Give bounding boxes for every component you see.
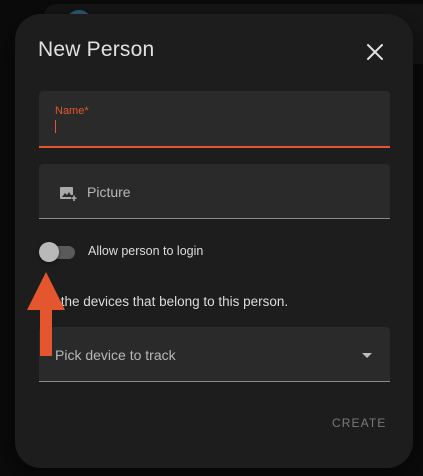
allow-login-label: Allow person to login [88, 244, 204, 258]
devices-description: ect the devices that belong to this pers… [39, 294, 289, 309]
chevron-down-icon [362, 353, 372, 358]
dialog-title: New Person [38, 38, 155, 61]
add-photo-icon [60, 187, 77, 201]
name-field-label: Name* [55, 105, 89, 117]
close-icon [367, 44, 383, 60]
picture-field-label: Picture [87, 184, 131, 200]
new-person-dialog [15, 14, 413, 468]
text-cursor [55, 120, 56, 133]
pick-device-select[interactable]: Pick device to track [39, 327, 390, 382]
annotation-arrow-icon [27, 272, 65, 356]
close-button[interactable] [363, 40, 387, 64]
pick-device-label: Pick device to track [55, 347, 176, 363]
name-field[interactable]: Name* [39, 91, 390, 148]
create-button[interactable]: CREATE [320, 414, 398, 432]
picture-upload-field[interactable]: Picture [39, 164, 390, 219]
allow-login-toggle[interactable] [39, 242, 77, 262]
toggle-thumb [39, 242, 59, 262]
